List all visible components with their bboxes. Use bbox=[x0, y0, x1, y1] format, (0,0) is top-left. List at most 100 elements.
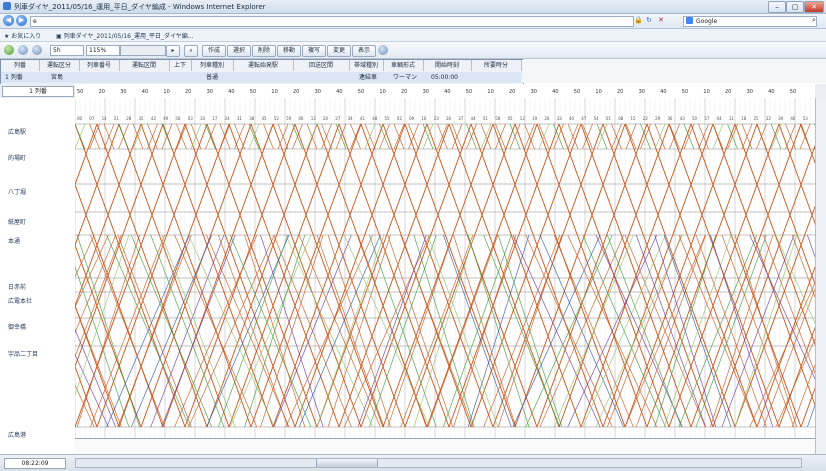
train-number-label: 18 bbox=[741, 116, 747, 121]
top-tick-label: 20 bbox=[293, 89, 299, 95]
train-number-label: 57 bbox=[704, 116, 710, 121]
top-tick-label: 20 bbox=[185, 89, 191, 95]
col-header: 車輌形式 bbox=[383, 60, 424, 71]
google-icon bbox=[686, 17, 693, 24]
horizontal-scrollbar[interactable] bbox=[75, 458, 802, 468]
train-number-label: 25 bbox=[754, 116, 760, 121]
train-number-label: 54 bbox=[594, 116, 600, 121]
train-number-label: 34 bbox=[348, 116, 354, 121]
search-provider: Google bbox=[696, 18, 718, 25]
delete-button[interactable]: 削除 bbox=[252, 45, 276, 57]
refresh-icon[interactable]: ↻ bbox=[646, 16, 652, 24]
close-button[interactable]: ✕ bbox=[804, 1, 824, 13]
col-header: 運転区間 bbox=[119, 60, 170, 71]
top-tick-label: 40 bbox=[228, 89, 234, 95]
top-tick-label: 30 bbox=[207, 89, 213, 95]
row-region: 宮島 bbox=[51, 74, 64, 81]
station-label: 本通 bbox=[8, 238, 21, 245]
train-number-label: 42 bbox=[151, 116, 157, 121]
train-number-label: 03 bbox=[188, 116, 194, 121]
display-button[interactable]: 表示 bbox=[352, 45, 376, 57]
zoom-select[interactable]: 115% bbox=[86, 45, 120, 56]
top-tick-label: 10 bbox=[703, 89, 709, 95]
train-number-label: 24 bbox=[225, 116, 231, 121]
run-icon[interactable] bbox=[4, 45, 14, 55]
window-titlebar: 列車ダイヤ_2011/05/16_運用_平日_ダイヤ編成 - Windows I… bbox=[0, 0, 826, 14]
train-info-table: 列番 運転区分 列車番号 運転区間 上下 列車種別 運転始発駅 回送区間 帯域種… bbox=[0, 59, 524, 85]
col-header: 帯域種別 bbox=[349, 60, 384, 71]
minimize-button[interactable]: – bbox=[768, 1, 786, 13]
train-number-label: 05 bbox=[508, 116, 514, 121]
top-tick-label: 10 bbox=[487, 89, 493, 95]
history-icon[interactable] bbox=[32, 45, 42, 55]
train-selector[interactable]: 1 列番 bbox=[2, 86, 74, 97]
col-header: 列車種別 bbox=[191, 60, 234, 71]
top-tick-label: 50 bbox=[574, 89, 580, 95]
train-number-label: 37 bbox=[458, 116, 464, 121]
search-icon[interactable]: ⌕ bbox=[812, 16, 816, 25]
header-empty-area bbox=[523, 59, 826, 83]
scroll-thumb[interactable] bbox=[316, 459, 378, 467]
top-tick-label: 10 bbox=[595, 89, 601, 95]
search-tool-button[interactable]: ⌕ bbox=[184, 45, 198, 57]
train-number-label: 30 bbox=[446, 116, 452, 121]
station-label: 宇品二丁目 bbox=[8, 351, 39, 358]
train-number-label: 45 bbox=[262, 116, 268, 121]
interval-input[interactable]: 5h bbox=[50, 45, 84, 56]
move-button[interactable]: 移動 bbox=[277, 45, 301, 57]
forward-button[interactable]: ▶ bbox=[16, 15, 27, 26]
train-number-label: 44 bbox=[471, 116, 477, 121]
train-number-label: 36 bbox=[667, 116, 673, 121]
train-number-label: 43 bbox=[680, 116, 686, 121]
zoom-in-button[interactable]: ▸ bbox=[166, 45, 180, 57]
stop-icon[interactable]: ✕ bbox=[658, 16, 664, 24]
train-number-label: 20 bbox=[323, 116, 329, 121]
back-button[interactable]: ◀ bbox=[3, 15, 14, 26]
train-number-label: 46 bbox=[790, 116, 796, 121]
search-input[interactable]: Google bbox=[683, 16, 817, 27]
vertical-scrollbar[interactable] bbox=[815, 98, 826, 454]
train-number-label: 17 bbox=[212, 116, 218, 121]
row-formation: 連結車 bbox=[359, 74, 378, 81]
train-number-label: 19 bbox=[532, 116, 538, 121]
favorites-button[interactable]: ★ お気に入り bbox=[4, 31, 41, 40]
top-tick-label: 50 bbox=[250, 89, 256, 95]
copy-button[interactable]: 複写 bbox=[302, 45, 326, 57]
train-diagram[interactable]: 50 20 30 40 10 20 30 40 50 10 20 30 40 50 10 20 30 40 50 10… bbox=[75, 84, 815, 454]
station-label: 広電本社 bbox=[8, 298, 33, 305]
select-button[interactable]: 選択 bbox=[227, 45, 251, 57]
top-tick-label: 20 bbox=[401, 89, 407, 95]
lock-icon: 🔒 bbox=[634, 16, 643, 24]
address-input[interactable]: e bbox=[30, 16, 634, 27]
train-number-label: 04 bbox=[717, 116, 723, 121]
reload-icon[interactable] bbox=[18, 45, 28, 55]
top-tick-label: 20 bbox=[99, 89, 105, 95]
station-label: 広島港 bbox=[8, 432, 27, 439]
top-tick-label: 20 bbox=[725, 89, 731, 95]
train-number-label: 47 bbox=[581, 116, 587, 121]
help-icon[interactable] bbox=[378, 45, 388, 55]
train-number-label: 15 bbox=[631, 116, 637, 121]
train-number-label: 08 bbox=[618, 116, 624, 121]
station-label: 日赤前 bbox=[8, 284, 27, 291]
train-number-label: 39 bbox=[778, 116, 784, 121]
train-number-label: 11 bbox=[729, 116, 735, 121]
train-number-label: 13 bbox=[311, 116, 317, 121]
col-header: 運転始発駅 bbox=[233, 60, 294, 71]
top-tick-label: 10 bbox=[271, 89, 277, 95]
change-button[interactable]: 変更 bbox=[327, 45, 351, 57]
maximize-button[interactable]: ▢ bbox=[786, 1, 804, 13]
train-number-label: 35 bbox=[139, 116, 145, 121]
train-number-label: 14 bbox=[102, 116, 108, 121]
train-number-label: 02 bbox=[397, 116, 403, 121]
top-tick-label: 40 bbox=[768, 89, 774, 95]
train-number-label: 06 bbox=[298, 116, 304, 121]
top-tick-label: 30 bbox=[639, 89, 645, 95]
col-header: 運転区分 bbox=[39, 60, 80, 71]
create-button[interactable]: 作成 bbox=[202, 45, 226, 57]
train-number-label: 56 bbox=[175, 116, 181, 121]
browser-tab[interactable]: ▣ 列車ダイヤ_2011/05/16_運用_平日_ダイヤ編... bbox=[56, 31, 194, 40]
train-number-label: 28 bbox=[126, 116, 132, 121]
zoom-slider[interactable] bbox=[120, 45, 166, 56]
train-number-label: 10 bbox=[200, 116, 206, 121]
